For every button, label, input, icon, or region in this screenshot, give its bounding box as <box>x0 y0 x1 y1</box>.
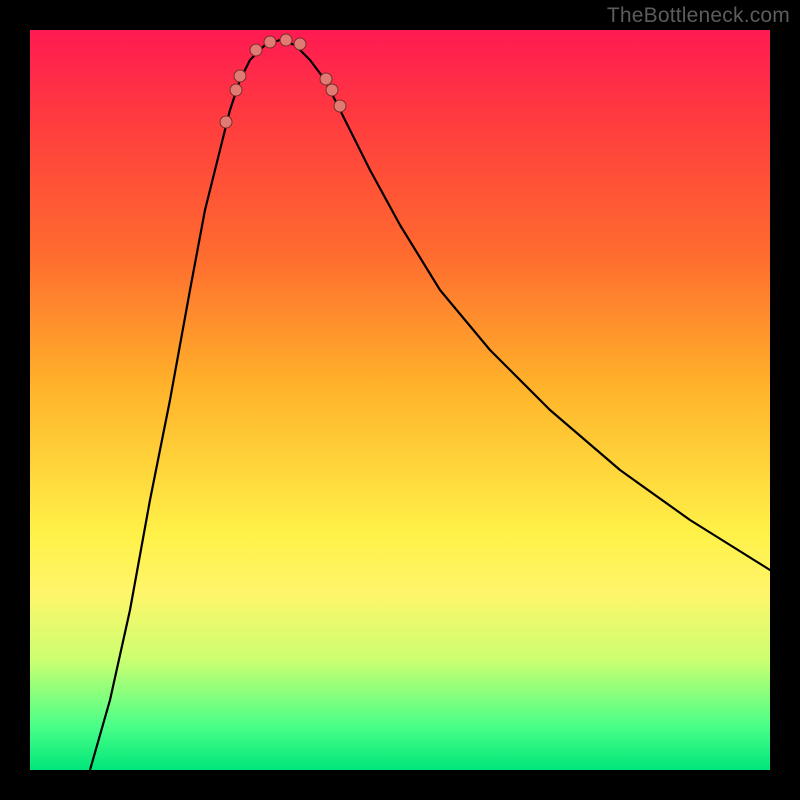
chart-stage: TheBottleneck.com <box>0 0 800 800</box>
curve-marker <box>320 73 332 85</box>
watermark-text: TheBottleneck.com <box>607 4 790 28</box>
curve-markers <box>220 34 346 128</box>
curve-marker <box>250 44 262 56</box>
curve-marker <box>280 34 292 46</box>
curve-marker <box>220 116 232 128</box>
curve-marker <box>234 70 246 82</box>
bottleneck-curve <box>90 40 770 770</box>
curve-marker <box>334 100 346 112</box>
curve-svg <box>30 30 770 770</box>
curve-marker <box>294 38 306 50</box>
plot-area <box>30 30 770 770</box>
curve-marker <box>264 36 276 48</box>
curve-marker <box>326 84 338 96</box>
curve-marker <box>230 84 242 96</box>
